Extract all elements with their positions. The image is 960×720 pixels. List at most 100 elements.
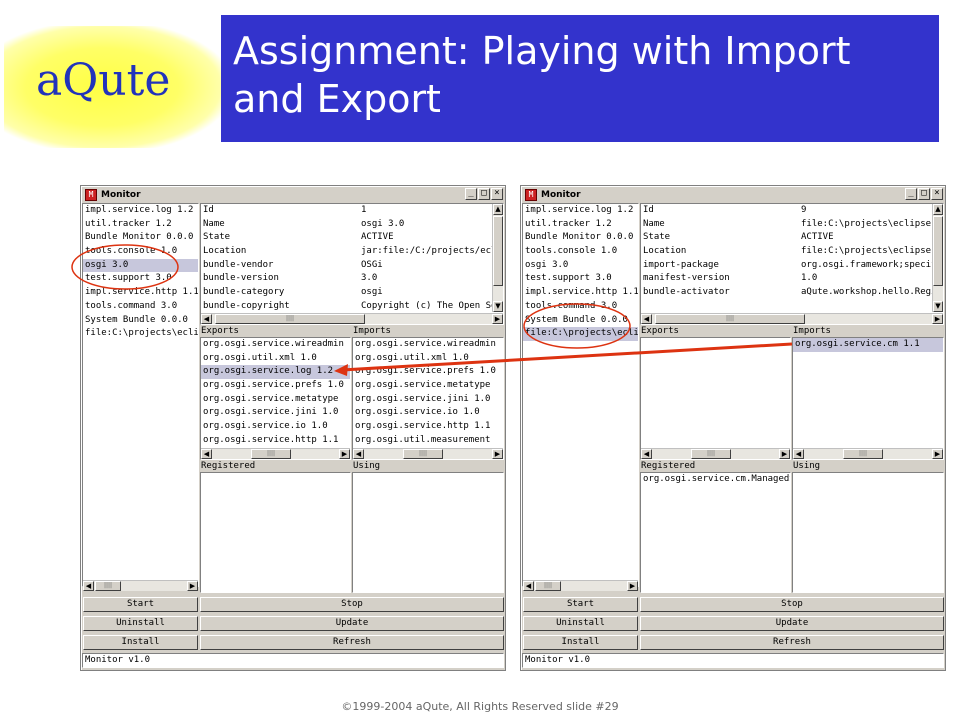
property-row[interactable]: bundle-vendor OSGi [201, 259, 503, 273]
bundle-list-item[interactable]: tools.command 3.0 [523, 300, 638, 314]
bundle-list-item[interactable]: Bundle Monitor 0.0.0 [523, 231, 638, 245]
start-button[interactable]: Start [83, 597, 198, 612]
scroll-thumb[interactable]: |||| [843, 449, 883, 459]
using-list[interactable] [352, 472, 504, 593]
bundle-list[interactable]: impl.service.log 1.2 util.tracker 1.2 Bund… [522, 203, 639, 587]
scroll-right-icon[interactable]: ▶ [932, 449, 943, 459]
scroll-right-icon[interactable]: ▶ [627, 581, 638, 591]
update-button[interactable]: Update [200, 616, 504, 631]
export-list-item[interactable]: org.osgi.service.io 1.0 [201, 420, 350, 434]
property-row[interactable]: import-package org.osgi.framework;specifi… [641, 259, 943, 273]
bundle-list-item[interactable]: System Bundle 0.0.0 [83, 314, 198, 328]
bundle-list-item[interactable]: util.tracker 1.2 [83, 218, 198, 232]
scroll-left-icon[interactable]: ◀ [201, 314, 212, 324]
scroll-thumb[interactable]: |||| [535, 581, 561, 591]
property-row[interactable]: Id 1 [201, 204, 503, 218]
close-icon[interactable]: × [931, 188, 943, 200]
bundle-list-item[interactable]: tools.console 1.0 [523, 245, 638, 259]
property-row[interactable]: bundle-category osgi [201, 286, 503, 300]
exports-hscroll[interactable]: ◀ |||| ▶ [201, 448, 350, 459]
property-row[interactable]: bundle-activator aQute.workshop.hello.Reg… [641, 286, 943, 300]
install-button[interactable]: Install [83, 635, 198, 650]
scroll-right-icon[interactable]: ▶ [339, 449, 350, 459]
import-list-item[interactable]: org.osgi.util.measurement [353, 434, 503, 448]
property-row[interactable]: Id 9 [641, 204, 943, 218]
scroll-right-icon[interactable]: ▶ [932, 314, 943, 324]
import-list-item[interactable]: org.osgi.service.cm 1.1 [793, 338, 943, 352]
scroll-up-icon[interactable]: ▲ [493, 204, 503, 215]
using-list[interactable] [792, 472, 944, 593]
bundle-list-item[interactable]: util.tracker 1.2 [523, 218, 638, 232]
scroll-right-icon[interactable]: ▶ [187, 581, 198, 591]
bundle-list-item[interactable]: Bundle Monitor 0.0.0 [83, 231, 198, 245]
maximize-icon[interactable]: □ [478, 188, 490, 200]
bundle-list[interactable]: impl.service.log 1.2 util.tracker 1.2 Bund… [82, 203, 199, 587]
scroll-left-icon[interactable]: ◀ [641, 449, 652, 459]
import-list-item[interactable]: org.osgi.service.http 1.1 [353, 420, 503, 434]
import-list-item[interactable]: org.osgi.util.xml 1.0 [353, 352, 503, 366]
window-titlebar[interactable]: M Monitor _ □ × [523, 188, 943, 202]
bundle-list-hscroll[interactable]: ◀ |||| ▶ [83, 580, 198, 591]
scroll-left-icon[interactable]: ◀ [641, 314, 652, 324]
bundle-list-item[interactable]: impl.service.http 1.1 [83, 286, 198, 300]
scroll-thumb[interactable] [933, 216, 943, 286]
scroll-left-icon[interactable]: ◀ [201, 449, 212, 459]
scroll-left-icon[interactable]: ◀ [793, 449, 804, 459]
import-list-item[interactable]: org.osgi.service.prefs 1.0 [353, 365, 503, 379]
imports-hscroll[interactable]: ◀ |||| ▶ [793, 448, 943, 459]
export-list-item[interactable]: org.osgi.service.http 1.1 [201, 434, 350, 448]
registered-list[interactable] [200, 472, 351, 593]
scroll-thumb[interactable]: |||| [215, 314, 365, 324]
scroll-thumb[interactable]: |||| [403, 449, 443, 459]
minimize-icon[interactable]: _ [465, 188, 477, 200]
registered-list-item[interactable]: org.osgi.service.cm.ManagedService [641, 473, 790, 487]
bundle-list-item[interactable]: file:C:\projects\eclipse [83, 327, 198, 341]
properties-table[interactable]: Id9Namefile:C:\projects\eclipse-aQuteSta… [640, 203, 944, 325]
scroll-right-icon[interactable]: ▶ [492, 314, 503, 324]
bundle-list-item[interactable]: impl.service.log 1.2 [83, 204, 198, 218]
bundle-list-item[interactable]: tools.command 3.0 [83, 300, 198, 314]
install-button[interactable]: Install [523, 635, 638, 650]
imports-list[interactable]: org.osgi.service.wireadmin org.osgi.util.… [352, 337, 504, 460]
import-list-item[interactable]: org.osgi.service.io 1.0 [353, 406, 503, 420]
scroll-thumb[interactable]: |||| [691, 449, 731, 459]
scroll-thumb[interactable] [493, 216, 503, 286]
scroll-right-icon[interactable]: ▶ [492, 449, 503, 459]
scroll-up-icon[interactable]: ▲ [933, 204, 943, 215]
start-button[interactable]: Start [523, 597, 638, 612]
property-row[interactable]: Name file:C:\projects\eclipse-aQute [641, 218, 943, 232]
stop-button[interactable]: Stop [200, 597, 504, 612]
window-titlebar[interactable]: M Monitor _ □ × [83, 188, 503, 202]
property-row[interactable]: State ACTIVE [641, 231, 943, 245]
uninstall-button[interactable]: Uninstall [83, 616, 198, 631]
scroll-down-icon[interactable]: ▼ [493, 301, 503, 312]
export-list-item[interactable]: org.osgi.service.jini 1.0 [201, 406, 350, 420]
properties-vscroll[interactable]: ▲ ▼ [932, 204, 943, 312]
close-icon[interactable]: × [491, 188, 503, 200]
bundle-list-hscroll[interactable]: ◀ |||| ▶ [523, 580, 638, 591]
maximize-icon[interactable]: □ [918, 188, 930, 200]
properties-vscroll[interactable]: ▲ ▼ [492, 204, 503, 312]
scroll-thumb[interactable]: |||| [655, 314, 805, 324]
import-list-item[interactable]: org.osgi.service.metatype [353, 379, 503, 393]
property-row[interactable]: Name osgi 3.0 [201, 218, 503, 232]
bundle-list-item[interactable]: test.support 3.0 [83, 272, 198, 286]
stop-button[interactable]: Stop [640, 597, 944, 612]
property-row[interactable]: bundle-copyright Copyright (c) The Open S… [201, 300, 503, 314]
bundle-list-item[interactable]: osgi 3.0 [83, 258, 198, 273]
properties-hscroll[interactable]: ◀ |||| ▶ [641, 313, 943, 324]
scroll-thumb[interactable]: |||| [95, 581, 121, 591]
imports-list[interactable]: org.osgi.service.cm 1.1 [792, 337, 944, 460]
registered-list[interactable]: org.osgi.service.cm.ManagedService [640, 472, 791, 593]
properties-hscroll[interactable]: ◀ |||| ▶ [201, 313, 503, 324]
import-list-item[interactable]: org.osgi.service.wireadmin [353, 338, 503, 352]
refresh-button[interactable]: Refresh [200, 635, 504, 650]
scroll-left-icon[interactable]: ◀ [83, 581, 94, 591]
update-button[interactable]: Update [640, 616, 944, 631]
scroll-down-icon[interactable]: ▼ [933, 301, 943, 312]
export-list-item[interactable]: org.osgi.service.log 1.2 [201, 365, 350, 380]
bundle-list-item[interactable]: impl.service.log 1.2 [523, 204, 638, 218]
import-list-item[interactable]: org.osgi.service.jini 1.0 [353, 393, 503, 407]
exports-hscroll[interactable]: ◀ |||| ▶ [641, 448, 790, 459]
bundle-list-item[interactable]: tools.console 1.0 [83, 245, 198, 259]
